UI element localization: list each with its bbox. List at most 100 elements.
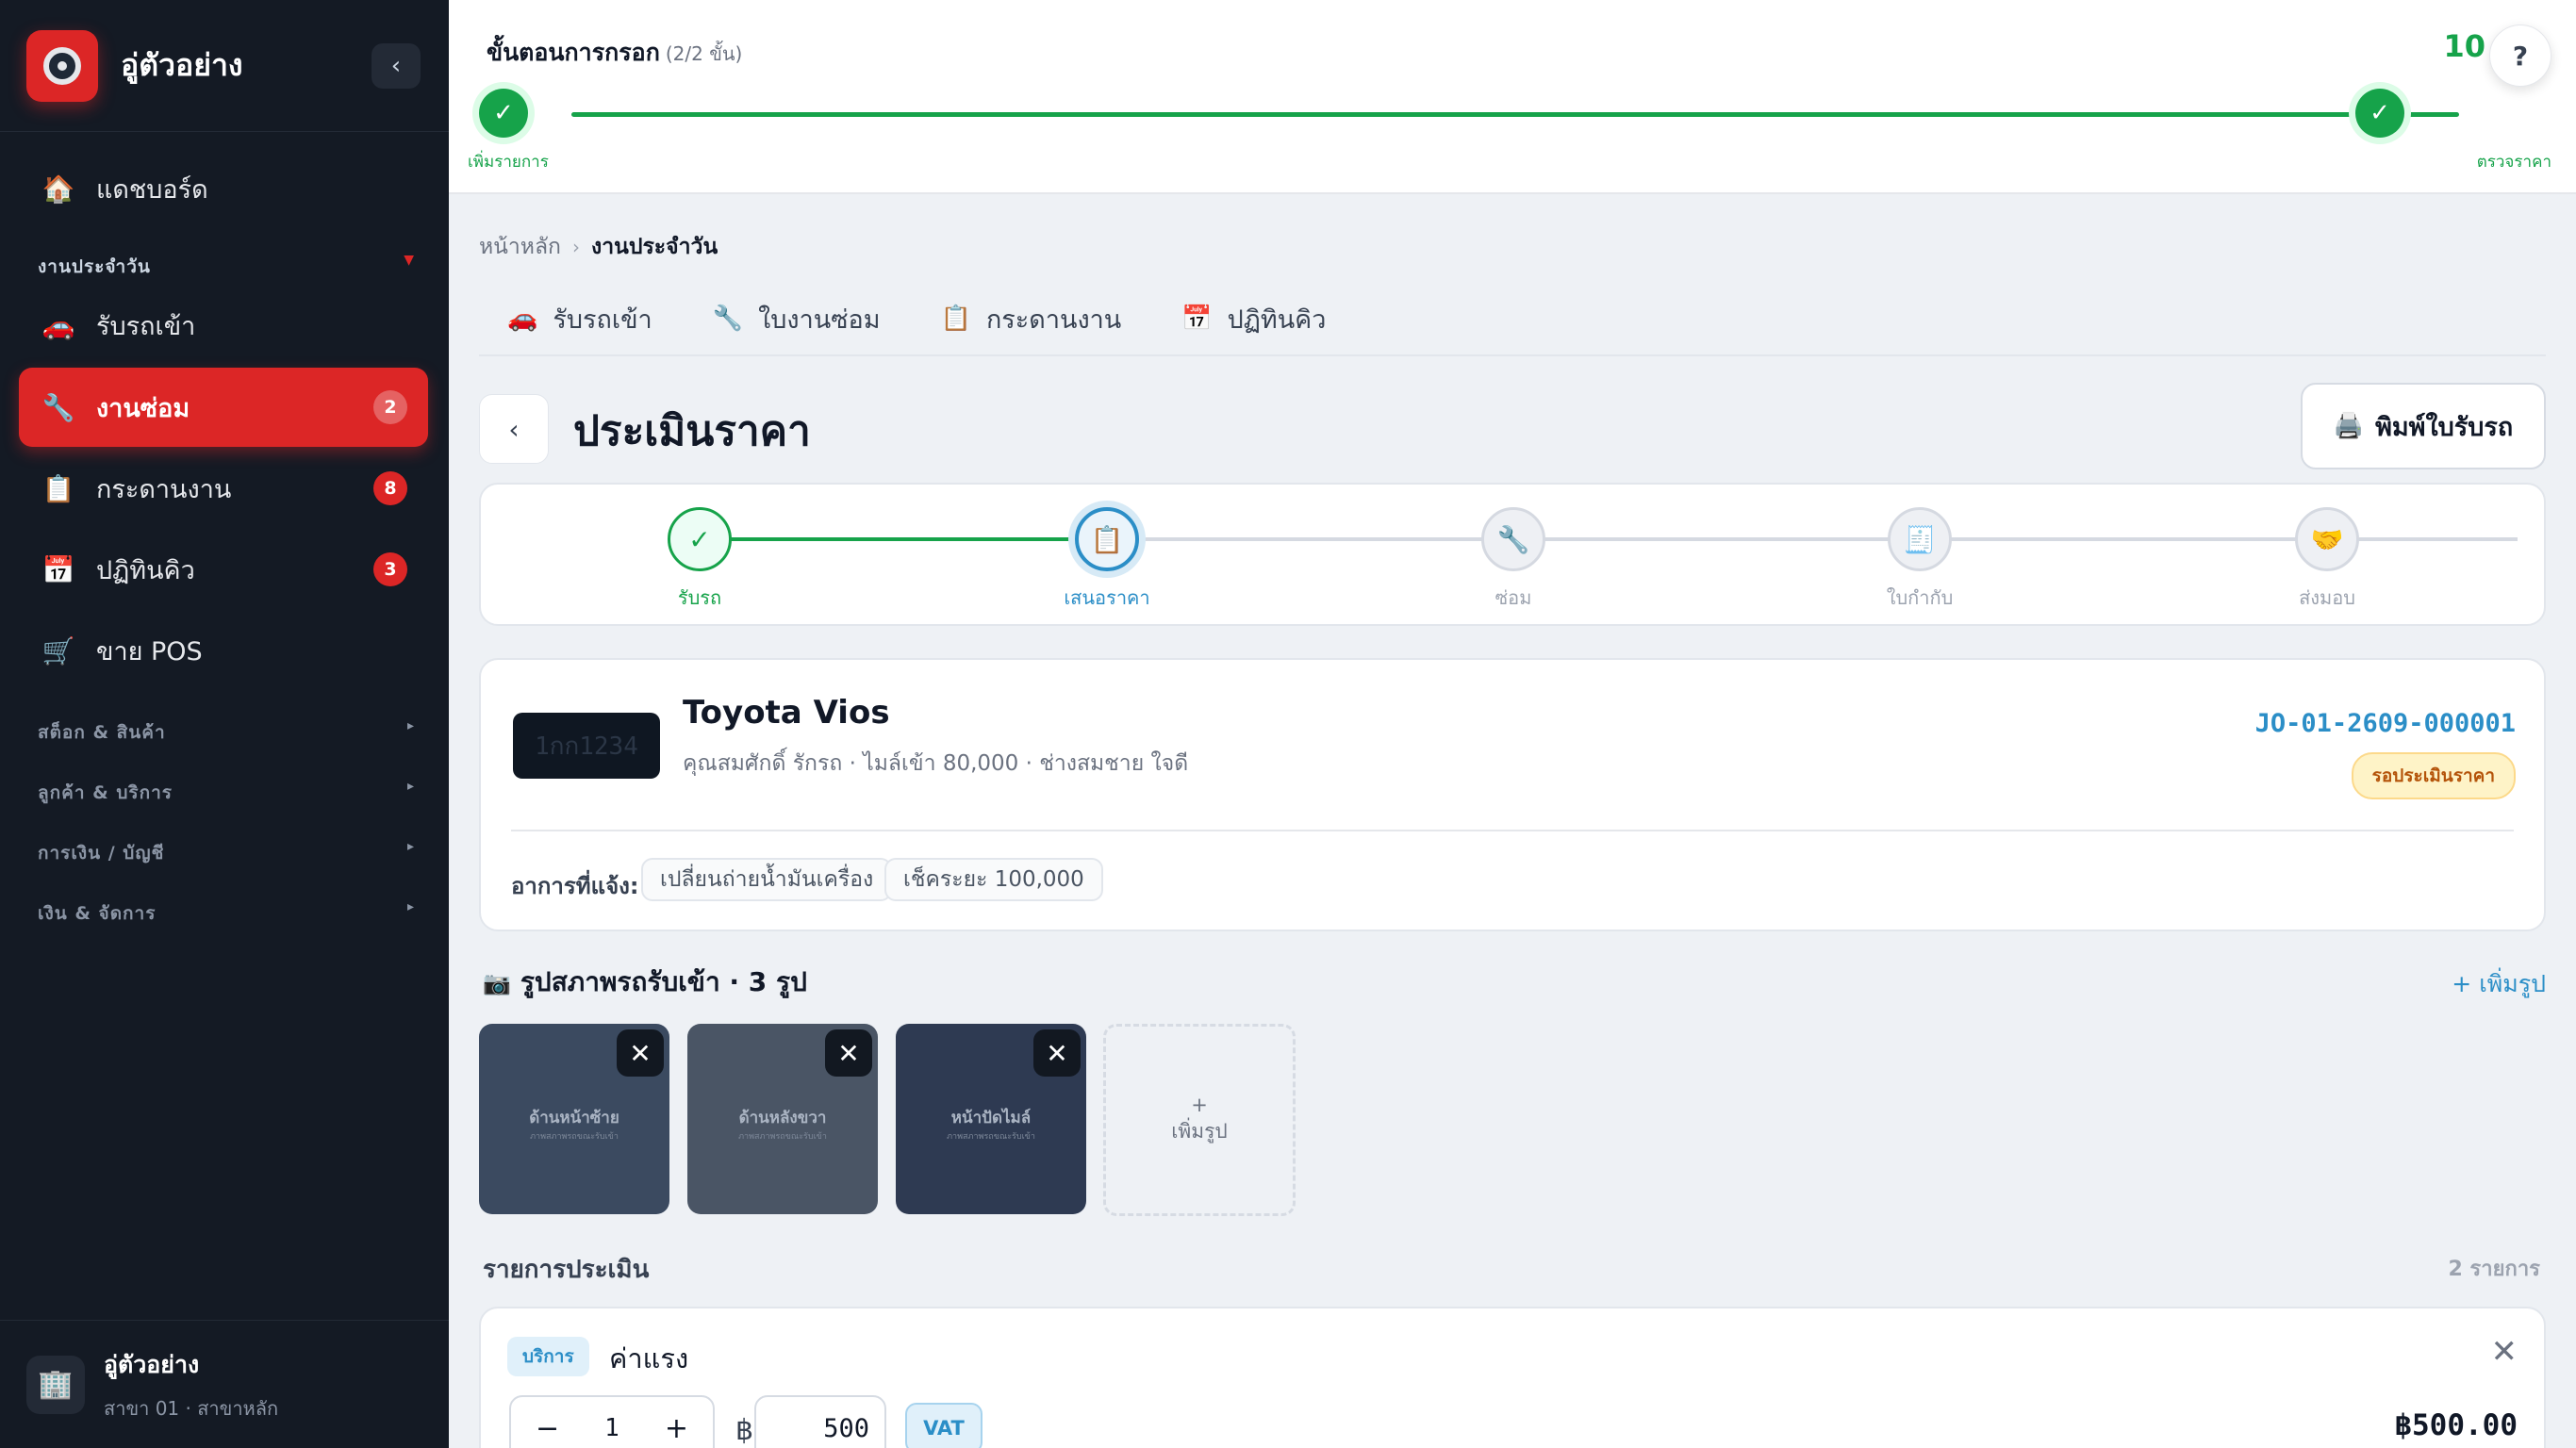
price-input[interactable]: 500 bbox=[754, 1395, 886, 1448]
photo-subcaption: ภาพสภาพรถขณะรับเข้า bbox=[738, 1132, 827, 1142]
building-icon: 🏢 bbox=[26, 1355, 85, 1414]
collapse-sidebar-button[interactable]: ‹ bbox=[372, 43, 421, 89]
chevron-right-icon: ▸ bbox=[406, 779, 415, 794]
print-receipt-button[interactable]: 🖨️ พิมพ์ใบรับรถ bbox=[2301, 383, 2546, 469]
tab-queue-calendar[interactable]: 📅 ปฏิทินคิว bbox=[1181, 288, 1326, 349]
progress-step-count: (2/2 ขั้น) bbox=[665, 42, 743, 65]
tab-label: กระดานงาน bbox=[985, 304, 1122, 335]
tab-job-board[interactable]: 📋 กระดานงาน bbox=[941, 288, 1122, 349]
photo-caption: ด้านหน้าซ้าย bbox=[529, 1109, 619, 1127]
sidebar-item-job-board[interactable]: 📋 กระดานงาน 8 bbox=[19, 449, 428, 528]
progress-step-label: เพิ่มรายการ bbox=[468, 153, 549, 172]
sidebar-item-label: รับรถเข้า bbox=[96, 311, 196, 341]
sidebar-section-daily[interactable]: งานประจำวัน ▼ bbox=[38, 253, 415, 281]
branch-switcher[interactable]: 🏢 อู่ตัวอย่าง สาขา 01 · สาขาหลัก bbox=[0, 1320, 449, 1448]
app-logo[interactable] bbox=[26, 29, 98, 102]
line-total: ฿500.00 bbox=[2394, 1408, 2518, 1442]
job-number[interactable]: JO-01-2609-000001 bbox=[2255, 709, 2516, 738]
section-label: งานประจำวัน bbox=[38, 256, 151, 277]
sidebar-item-pos[interactable]: 🛒 ขาย POS bbox=[19, 611, 428, 690]
handshake-icon[interactable]: 🤝 bbox=[2295, 507, 2359, 571]
printer-icon: 🖨️ bbox=[2333, 412, 2365, 440]
sidebar-item-label: กระดานงาน bbox=[96, 474, 232, 504]
calendar-icon: 📅 bbox=[41, 553, 75, 585]
symptom-chip: เปลี่ยนถ่ายน้ำมันเครื่อง bbox=[641, 858, 893, 901]
add-photo-link[interactable]: + เพิ่มรูป bbox=[2452, 965, 2546, 1003]
wrench-icon[interactable]: 🔧 bbox=[1481, 507, 1545, 571]
stepper-label: ส่งมอบ bbox=[2299, 586, 2355, 609]
close-icon[interactable]: ✕ bbox=[1033, 1029, 1081, 1077]
back-button[interactable]: ‹ bbox=[479, 394, 549, 464]
vehicle-name: Toyota Vios bbox=[683, 694, 890, 732]
app-name: อู่ตัวอย่าง bbox=[121, 47, 243, 83]
chevron-right-icon: ▸ bbox=[406, 839, 415, 854]
sidebar-item-label: ปฏิทินคิว bbox=[96, 555, 195, 585]
stepper-label: ซ่อม bbox=[1494, 586, 1532, 609]
quantity-value[interactable]: 1 bbox=[604, 1414, 619, 1442]
photo-thumbnail[interactable]: ด้านหลังขวา ภาพสภาพรถขณะรับเข้า ✕ bbox=[687, 1024, 878, 1214]
camera-icon: 📷 bbox=[483, 970, 511, 996]
page-title: ประเมินราคา bbox=[573, 407, 811, 455]
close-icon[interactable]: ✕ bbox=[825, 1029, 872, 1077]
sidebar-section-stock[interactable]: สต็อก & สินค้า ▸ bbox=[38, 718, 415, 747]
sidebar-section-finance[interactable]: การเงิน / บัญชี ▸ bbox=[38, 839, 415, 867]
photo-caption: ด้านหลังขวา bbox=[738, 1109, 827, 1127]
estimate-items-count: 2 รายการ bbox=[2448, 1258, 2540, 1281]
symptom-chip: เช็คระยะ 100,000 bbox=[884, 858, 1103, 901]
clipboard-icon[interactable]: 📋 bbox=[1075, 507, 1139, 571]
tab-label: ใบงานซ่อม bbox=[758, 304, 881, 335]
photo-subcaption: ภาพสภาพรถขณะรับเข้า bbox=[947, 1132, 1035, 1142]
close-icon[interactable]: ✕ bbox=[617, 1029, 664, 1077]
job-stepper: ✓ 📋 🔧 🧾 🤝 รับรถ เสนอราคา ซ่อม ใบกำกับ ส่… bbox=[479, 483, 2546, 626]
sidebar: อู่ตัวอย่าง ‹ 🏠 แดชบอร์ด งานประจำวัน ▼ 🚗… bbox=[0, 0, 449, 1448]
section-label: ลูกค้า & บริการ bbox=[38, 782, 173, 803]
check-icon: ✓ bbox=[2355, 89, 2404, 138]
receipt-icon[interactable]: 🧾 bbox=[1888, 507, 1952, 571]
photo-thumbnail[interactable]: ด้านหน้าซ้าย ภาพสภาพรถขณะรับเข้า ✕ bbox=[479, 1024, 669, 1214]
add-photo-button[interactable]: + เพิ่มรูป bbox=[1103, 1024, 1296, 1216]
count-badge: 8 bbox=[373, 471, 407, 505]
sidebar-section-management[interactable]: เงิน & จัดการ ▸ bbox=[38, 899, 415, 928]
section-label: เงิน & จัดการ bbox=[38, 903, 157, 924]
tab-label: รับรถเข้า bbox=[553, 304, 652, 335]
sidebar-section-customers[interactable]: ลูกค้า & บริการ ▸ bbox=[38, 779, 415, 807]
item-type-badge: บริการ bbox=[507, 1337, 589, 1376]
print-label: พิมพ์ใบรับรถ bbox=[2375, 412, 2514, 442]
section-label: สต็อก & สินค้า bbox=[38, 722, 166, 743]
chevron-right-icon: ▸ bbox=[406, 718, 415, 733]
house-icon: 🏠 bbox=[41, 173, 75, 205]
branch-name: อู่ตัวอย่าง bbox=[104, 1350, 200, 1378]
progress-line bbox=[571, 112, 2459, 117]
sidebar-item-label: ขาย POS bbox=[96, 636, 203, 666]
calendar-icon: 📅 bbox=[1181, 304, 1213, 333]
clipboard-icon: 📋 bbox=[41, 472, 75, 504]
sidebar-item-dashboard[interactable]: 🏠 แดชบอร์ด bbox=[19, 149, 428, 228]
car-icon: 🚗 bbox=[507, 304, 538, 333]
stepper-label: เสนอราคา bbox=[1064, 586, 1150, 609]
vehicle-card: 1กก1234 Toyota Vios คุณสมศักดิ์ รักรถ · … bbox=[479, 658, 2546, 931]
estimate-items-title: รายการประเมิน bbox=[483, 1256, 650, 1284]
photo-caption: หน้าปัดไมล์ bbox=[950, 1109, 1032, 1127]
item-name: ค่าแรง bbox=[609, 1342, 689, 1374]
tab-check-in[interactable]: 🚗 รับรถเข้า bbox=[507, 288, 652, 349]
photo-subcaption: ภาพสภาพรถขณะรับเข้า bbox=[530, 1132, 619, 1142]
add-photo-label: เพิ่มรูป bbox=[1171, 1119, 1228, 1143]
sidebar-item-check-in[interactable]: 🚗 รับรถเข้า bbox=[19, 286, 428, 365]
tab-label: ปฏิทินคิว bbox=[1227, 304, 1327, 335]
progress-title: ขั้นตอนการกรอก (2/2 ขั้น) bbox=[487, 34, 742, 72]
quantity-stepper: − 1 + bbox=[509, 1395, 715, 1448]
sidebar-item-queue-calendar[interactable]: 📅 ปฏิทินคิว 3 bbox=[19, 530, 428, 609]
plus-icon[interactable]: + bbox=[665, 1412, 688, 1445]
license-plate: 1กก1234 bbox=[513, 713, 660, 779]
breadcrumb-home[interactable]: หน้าหลัก bbox=[479, 235, 561, 259]
close-icon[interactable]: ✕ bbox=[2491, 1333, 2518, 1371]
check-icon: ✓ bbox=[479, 89, 528, 138]
photo-thumbnail[interactable]: หน้าปัดไมล์ ภาพสภาพรถขณะรับเข้า ✕ bbox=[896, 1024, 1086, 1214]
check-icon[interactable]: ✓ bbox=[668, 507, 732, 571]
tab-repair-orders[interactable]: 🔧 ใบงานซ่อม bbox=[713, 288, 881, 349]
photos-title-text: รูปสภาพรถรับเข้า · 3 รูป bbox=[520, 966, 807, 997]
sidebar-item-repair[interactable]: 🔧 งานซ่อม 2 bbox=[19, 368, 428, 447]
minus-icon[interactable]: − bbox=[536, 1412, 559, 1445]
vat-toggle[interactable]: VAT bbox=[905, 1403, 983, 1448]
help-button[interactable]: ? bbox=[2489, 25, 2551, 87]
